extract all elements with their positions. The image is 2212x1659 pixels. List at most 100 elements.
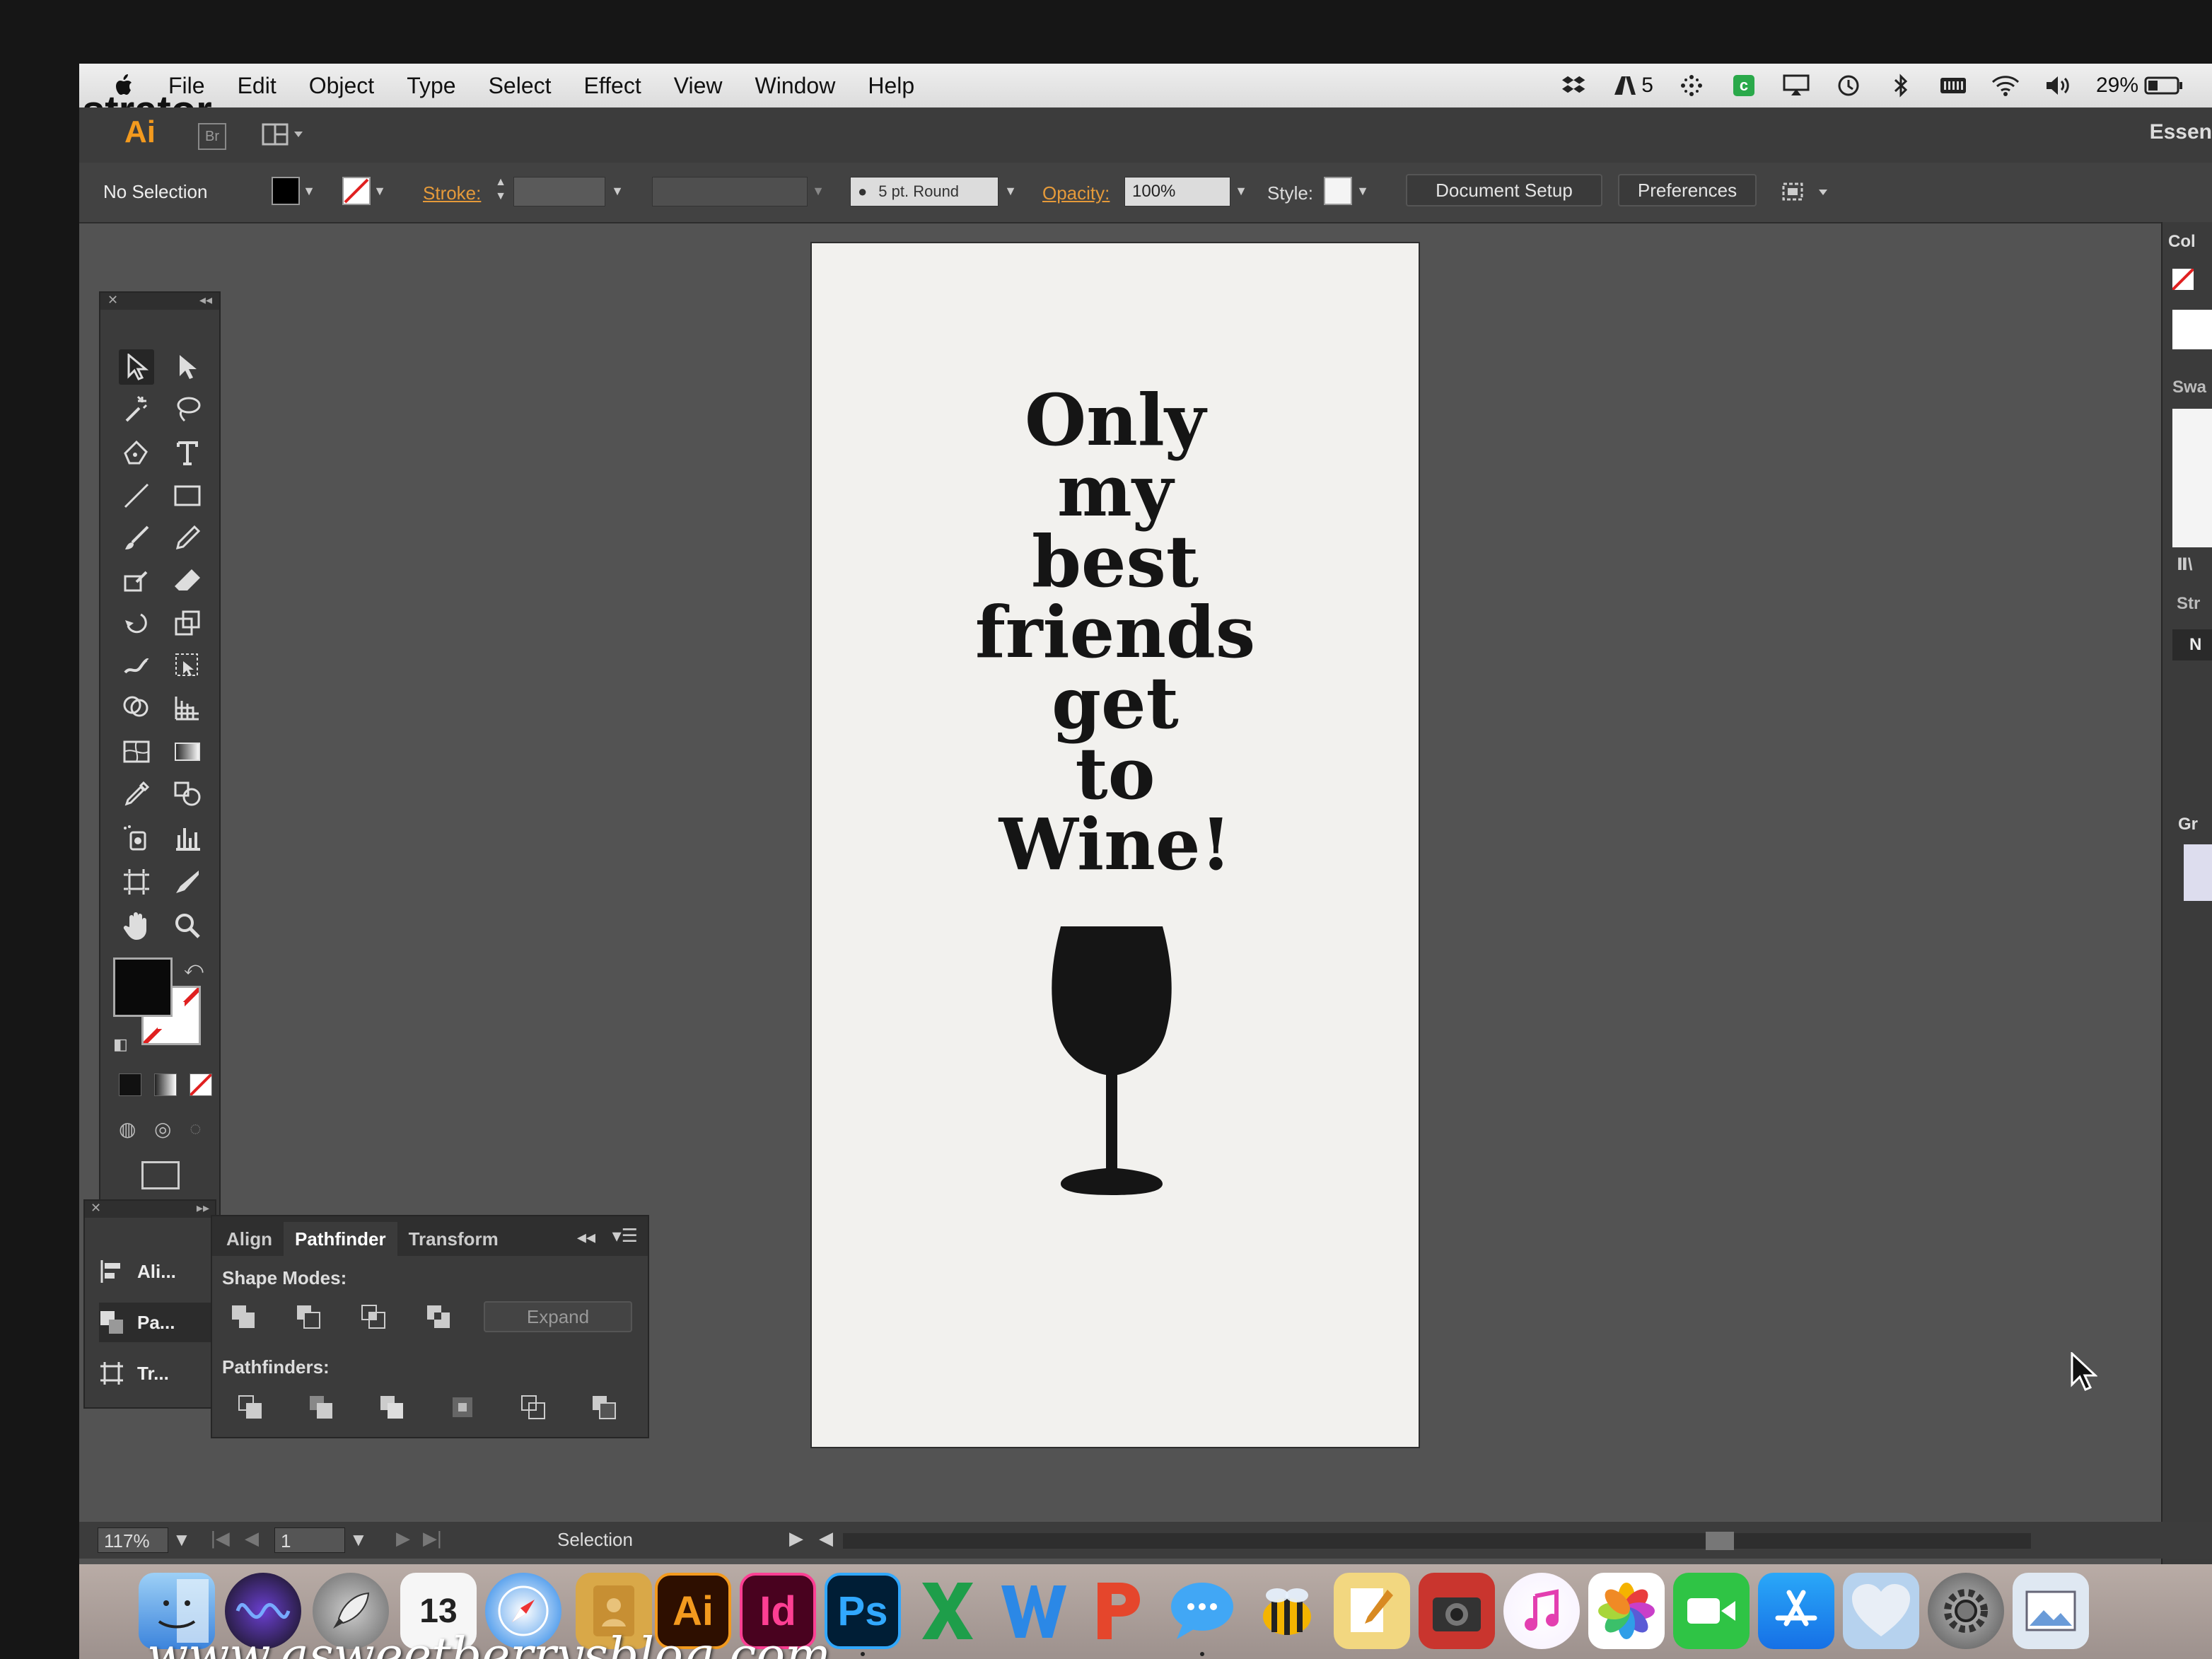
- opacity-input[interactable]: 100%: [1124, 177, 1230, 206]
- library-icon[interactable]: Ⅱ\: [2177, 554, 2192, 575]
- wifi-icon[interactable]: [1991, 74, 2020, 98]
- transform-panel-button[interactable]: Tr...: [99, 1354, 212, 1393]
- warp-tool[interactable]: [119, 648, 154, 683]
- quote-text[interactable]: Only my best friends get to Wine!: [812, 385, 1419, 880]
- memory-icon[interactable]: [1939, 74, 1967, 98]
- pages-app[interactable]: [1334, 1573, 1410, 1649]
- powerpoint-app[interactable]: [1079, 1573, 1156, 1649]
- column-graph-tool[interactable]: [170, 820, 205, 856]
- exclude-button[interactable]: [421, 1300, 455, 1334]
- color-mode-button[interactable]: [119, 1073, 141, 1096]
- collapse-icon[interactable]: ◂◂: [199, 293, 212, 308]
- shaper-tool[interactable]: [119, 563, 154, 598]
- gradient-tool[interactable]: [170, 734, 205, 769]
- pathfinder-panel-button[interactable]: Pa...: [99, 1303, 212, 1342]
- pencil-tool[interactable]: [170, 520, 205, 556]
- blend-tool[interactable]: [170, 776, 205, 812]
- artboard-tool[interactable]: [119, 864, 154, 900]
- bee-app[interactable]: [1249, 1573, 1325, 1649]
- color-panel-tab[interactable]: Col: [2168, 232, 2196, 252]
- tab-transform[interactable]: Transform: [397, 1222, 510, 1256]
- zoom-dropdown-icon[interactable]: ▼: [173, 1529, 191, 1551]
- fill-color-box[interactable]: [113, 957, 173, 1017]
- trim-button[interactable]: [304, 1390, 338, 1424]
- zoom-tool[interactable]: [170, 908, 205, 943]
- battery-status[interactable]: 29%: [2096, 74, 2184, 98]
- panel-menu-icon[interactable]: ▾☰: [612, 1225, 638, 1247]
- swatch-list[interactable]: [2172, 409, 2212, 547]
- menu-select[interactable]: Select: [489, 73, 552, 99]
- workspace-switcher[interactable]: Essen: [2150, 120, 2212, 144]
- photos-app[interactable]: [1588, 1573, 1665, 1649]
- first-artboard-icon[interactable]: |◀: [211, 1527, 230, 1549]
- wine-glass-graphic[interactable]: [1041, 921, 1182, 1204]
- heart-app[interactable]: [1843, 1573, 1919, 1649]
- stroke-color-dropdown[interactable]: ▼: [372, 177, 388, 205]
- scale-tool[interactable]: [170, 605, 205, 641]
- photo-booth-app[interactable]: [1419, 1573, 1495, 1649]
- variable-width-dropdown[interactable]: ▼: [810, 177, 826, 205]
- dropbox-icon[interactable]: [1561, 74, 1589, 98]
- next-artboard-icon[interactable]: ▶: [396, 1527, 410, 1549]
- stroke-weight-dropdown[interactable]: ▼: [610, 177, 625, 205]
- adobe-cc-icon[interactable]: 5: [1613, 74, 1653, 98]
- stroke-label[interactable]: Stroke:: [423, 182, 481, 204]
- scrollbar-thumb[interactable]: [1706, 1532, 1734, 1550]
- green-app-icon[interactable]: c: [1730, 74, 1758, 98]
- magic-wand-tool[interactable]: [119, 392, 154, 427]
- hand-tool[interactable]: [119, 908, 154, 943]
- minus-back-button[interactable]: [587, 1390, 621, 1424]
- messages-app[interactable]: [1164, 1573, 1240, 1649]
- align-panel-button[interactable]: Ali...: [99, 1252, 212, 1291]
- crop-button[interactable]: [446, 1390, 479, 1424]
- screen-mode-button[interactable]: [141, 1161, 180, 1189]
- artboard-dropdown-icon[interactable]: ▼: [349, 1529, 368, 1551]
- stroke-weight-stepper[interactable]: ▲ ▼: [494, 175, 508, 206]
- color-none-swatch[interactable]: [2172, 269, 2194, 290]
- menu-type[interactable]: Type: [407, 73, 455, 99]
- volume-icon[interactable]: [2044, 74, 2072, 98]
- close-icon[interactable]: ✕: [91, 1201, 101, 1216]
- grid-dots-icon[interactable]: [1677, 74, 1706, 98]
- gradient-mode-button[interactable]: [154, 1073, 177, 1096]
- free-transform-tool[interactable]: [170, 648, 205, 683]
- bridge-button[interactable]: Br: [198, 123, 226, 150]
- swap-fill-stroke-icon[interactable]: ⤺: [184, 957, 204, 980]
- artboard[interactable]: Only my best friends get to Wine!: [812, 243, 1419, 1447]
- unite-button[interactable]: [226, 1300, 260, 1334]
- style-swatch[interactable]: [1324, 177, 1352, 205]
- eyedropper-tool[interactable]: [119, 776, 154, 812]
- word-app[interactable]: [994, 1573, 1071, 1649]
- opacity-label[interactable]: Opacity:: [1042, 182, 1110, 204]
- arrange-documents-button[interactable]: [262, 122, 307, 149]
- merge-button[interactable]: [375, 1390, 409, 1424]
- swatches-panel-tab[interactable]: Swa: [2172, 378, 2206, 397]
- stroke-panel-tab[interactable]: Str: [2177, 594, 2200, 614]
- document-setup-button[interactable]: Document Setup: [1406, 174, 1602, 206]
- style-dropdown[interactable]: ▼: [1355, 177, 1370, 205]
- shape-builder-tool[interactable]: [119, 690, 154, 726]
- default-colors-icon[interactable]: ◧: [113, 1035, 128, 1054]
- menu-object[interactable]: Object: [309, 73, 374, 99]
- variable-width-profile[interactable]: [652, 177, 808, 206]
- outline-button[interactable]: [516, 1390, 550, 1424]
- direct-selection-tool[interactable]: [170, 349, 205, 385]
- collapsed-panels-header[interactable]: ✕ ▸▸: [85, 1201, 215, 1218]
- color-spectrum[interactable]: [2172, 310, 2212, 349]
- opacity-dropdown[interactable]: ▼: [1233, 177, 1249, 205]
- isolate-selection-button[interactable]: [1779, 178, 1836, 206]
- menu-window[interactable]: Window: [755, 73, 836, 99]
- line-segment-tool[interactable]: [119, 478, 154, 513]
- expand-icon[interactable]: ▸▸: [197, 1201, 209, 1216]
- tab-align[interactable]: Align: [215, 1222, 284, 1256]
- airplay-icon[interactable]: [1782, 74, 1810, 98]
- time-machine-icon[interactable]: [1834, 74, 1863, 98]
- brush-definition[interactable]: ● 5 pt. Round: [850, 177, 999, 206]
- draw-behind-icon[interactable]: ◎: [154, 1117, 171, 1141]
- lasso-tool[interactable]: [170, 392, 205, 427]
- paintbrush-tool[interactable]: [119, 520, 154, 556]
- symbol-sprayer-tool[interactable]: [119, 820, 154, 856]
- bluetooth-icon[interactable]: [1887, 74, 1915, 98]
- none-mode-button[interactable]: [190, 1073, 212, 1096]
- fill-dropdown[interactable]: ▼: [301, 177, 317, 205]
